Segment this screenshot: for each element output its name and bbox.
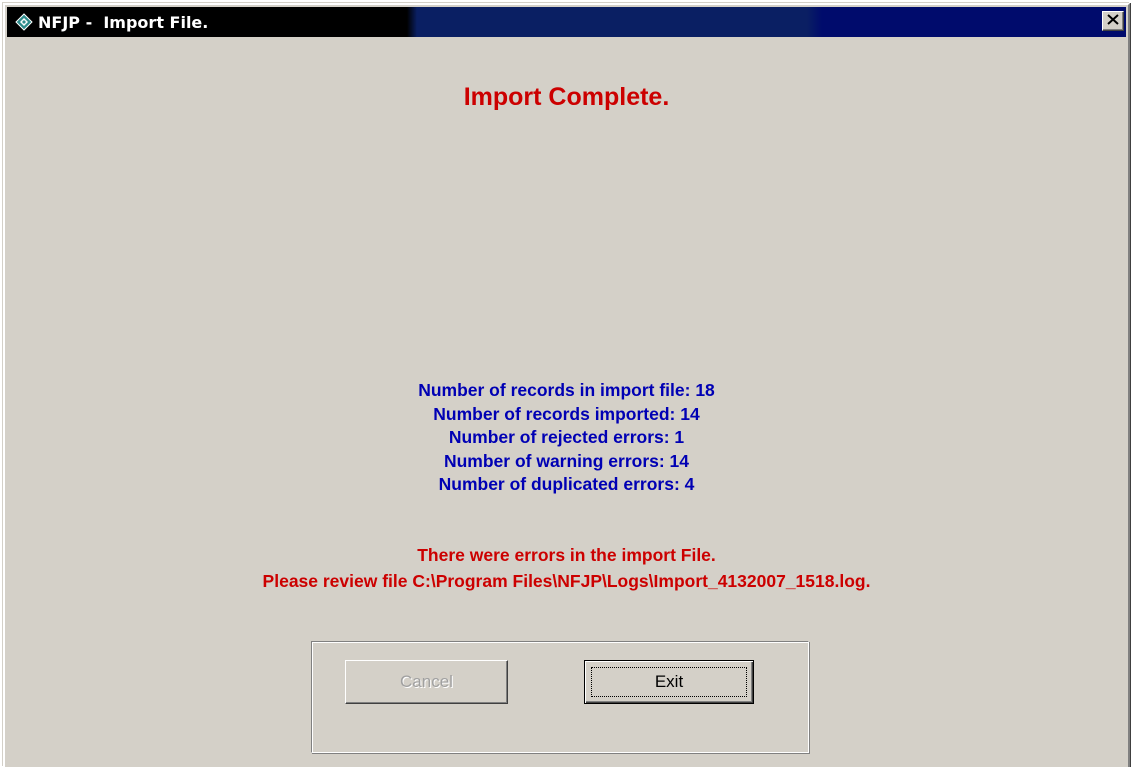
exit-button-label: Exit [654,672,684,691]
title-bar[interactable]: NFJP - Import File. [7,7,1126,37]
app-icon [15,13,33,31]
cancel-button[interactable]: Cancel [345,660,508,704]
stat-records-in-file: Number of records in import file: 18 [418,380,715,400]
stat-rejected-errors: Number of rejected errors: 1 [448,427,685,447]
stat-warning-errors: Number of warning errors: 14 [443,450,690,471]
stat-records-imported: Number of records imported: 14 [433,403,700,424]
close-icon [1107,12,1119,30]
error-message: There were errors in the import File. [417,545,716,565]
import-status-heading: Import Complete. [463,83,670,111]
log-file-message: Please review file C:\Program Files\NFJP… [262,571,871,591]
import-stats: Number of records in import file: 18 Num… [5,379,1128,497]
close-button[interactable] [1102,11,1124,31]
import-file-dialog: NFJP - Import File. Import Complete. Num… [3,3,1130,767]
exit-button[interactable]: Exit [584,660,754,704]
button-group: Cancel Exit [311,641,809,753]
stat-duplicated-errors: Number of duplicated errors: 4 [438,474,695,494]
window-title: NFJP - Import File. [38,12,209,32]
error-notice: There were errors in the import File. Pl… [5,542,1128,594]
